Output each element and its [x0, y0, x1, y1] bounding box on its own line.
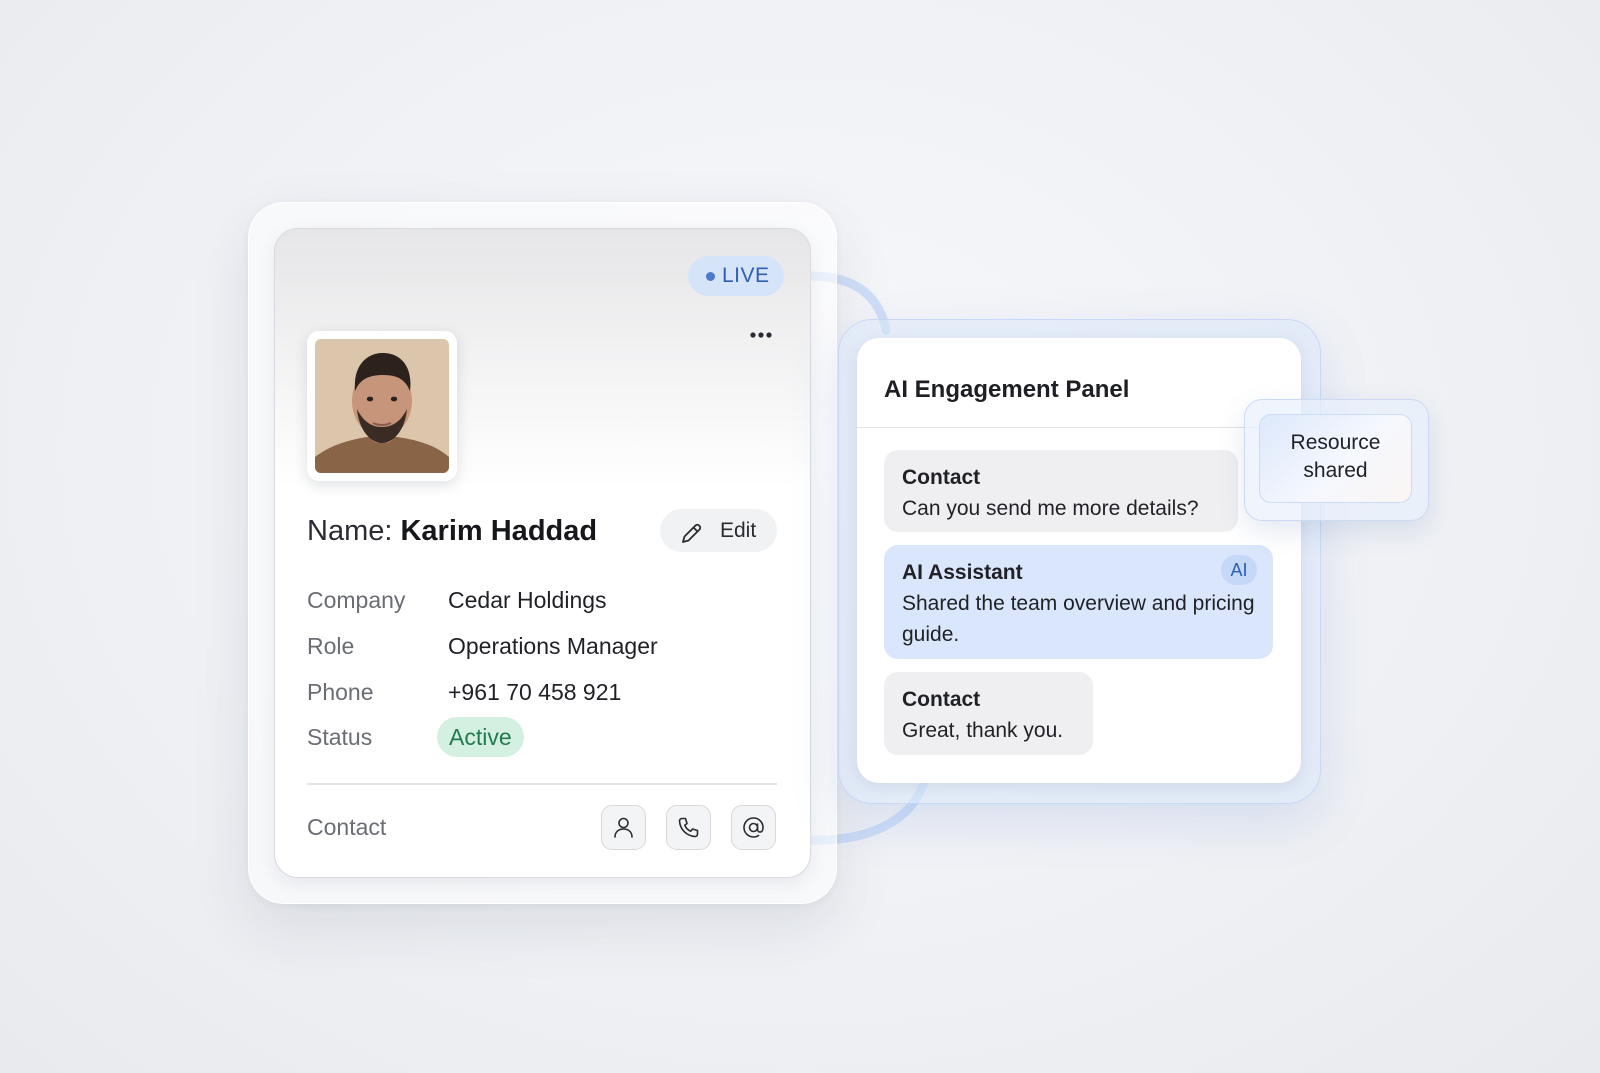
phone-icon	[678, 817, 699, 838]
person-icon	[614, 817, 633, 838]
message-text: Can you send me more details?	[902, 497, 1199, 520]
name-value: Karim Haddad	[400, 515, 598, 547]
avatar-frame	[307, 331, 457, 481]
email-button[interactable]	[731, 805, 776, 850]
edit-button[interactable]: Edit	[660, 509, 777, 552]
message-ai-assistant: AI Assistant Shared the team overview an…	[884, 545, 1273, 659]
info-row-phone: Phone +961 70 458 921	[307, 672, 777, 712]
more-options-icon[interactable]	[748, 325, 774, 345]
phone-value: +961 70 458 921	[448, 679, 622, 705]
contact-actions-label: Contact	[307, 814, 387, 840]
at-sign-icon	[743, 817, 764, 838]
message-sender: AI Assistant	[902, 561, 1023, 584]
message-contact-1: Contact Can you send me more details?	[884, 450, 1238, 532]
contact-profile-button[interactable]	[601, 805, 646, 850]
info-row-role: Role Operations Manager	[307, 626, 777, 666]
live-badge: LIVE	[688, 256, 784, 296]
call-button[interactable]	[666, 805, 711, 850]
status-badge: Active	[437, 717, 524, 757]
panel-divider	[857, 427, 1301, 428]
live-dot-icon	[706, 272, 715, 281]
name-label: Name:	[307, 515, 393, 547]
resource-shared-chip: Resource shared	[1259, 414, 1412, 503]
info-row-status: Status Active	[307, 717, 777, 757]
ai-badge: AI	[1221, 555, 1257, 585]
live-label: LIVE	[722, 264, 770, 287]
edit-label: Edit	[720, 519, 757, 542]
pencil-icon	[678, 519, 704, 545]
message-sender: Contact	[902, 688, 981, 711]
status-label: Status	[307, 724, 373, 750]
company-label: Company	[307, 587, 406, 613]
resource-shared-line-2: shared	[1303, 459, 1368, 482]
contact-name: Name: Karim Haddad	[307, 513, 597, 549]
card-divider	[307, 783, 777, 785]
info-row-company: Company Cedar Holdings	[307, 580, 777, 620]
message-contact-2: Contact Great, thank you.	[884, 672, 1093, 755]
avatar	[315, 339, 449, 473]
role-value: Operations Manager	[448, 633, 658, 659]
company-value: Cedar Holdings	[448, 587, 607, 613]
role-label: Role	[307, 633, 355, 659]
message-text: Shared the team overview and pricing gui…	[902, 592, 1255, 646]
panel-title: AI Engagement Panel	[884, 376, 1130, 403]
phone-label: Phone	[307, 679, 374, 705]
resource-shared-line-1: Resource	[1290, 431, 1381, 454]
message-sender: Contact	[902, 466, 981, 489]
message-text: Great, thank you.	[902, 719, 1064, 742]
contact-card	[274, 228, 811, 878]
